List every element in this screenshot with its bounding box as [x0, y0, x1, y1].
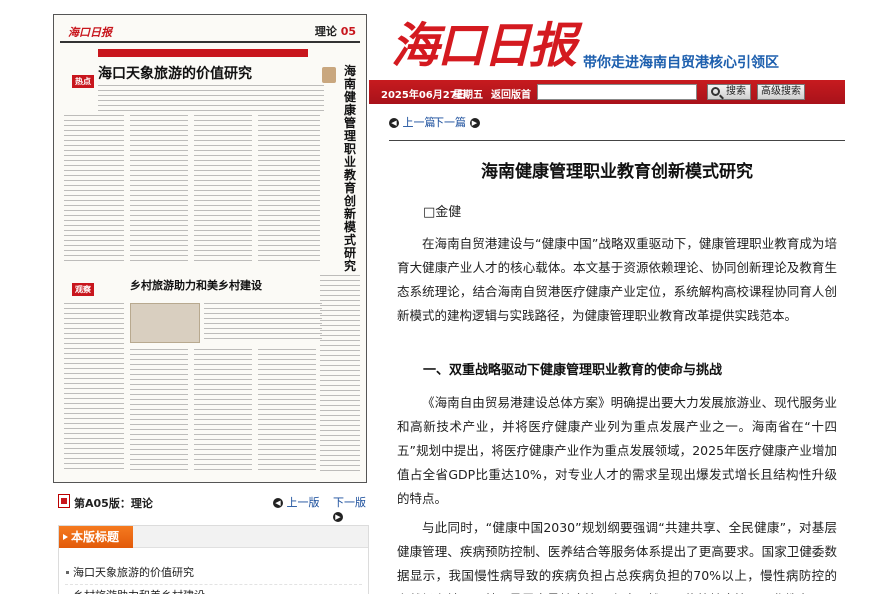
thumbnail-headline-main[interactable]: 海口天象旅游的价值研究 [98, 63, 252, 83]
list-item[interactable]: 乡村旅游助力和美乡村建设 [65, 585, 362, 594]
prev-article-link[interactable]: ◀ 上一篇 [389, 114, 436, 130]
search-input[interactable] [537, 84, 697, 100]
arrow-right-icon: ▶ [469, 118, 480, 128]
back-to-front-page-link[interactable]: 返回版首 [491, 86, 531, 101]
thumbnail-text-block [98, 85, 324, 113]
article-paragraph: 《海南自由贸易港建设总体方案》明确提出要大力发展旅游业、现代服务业和高新技术产业… [397, 395, 837, 506]
thumbnail-logo: 海口日报 [68, 26, 112, 39]
header-banner: 海口日报 带你走进海南自贸港核心引领区 [369, 0, 845, 80]
page-navigation: 第A05版：理论 ◀ 上一版 下一版 ▶ [58, 492, 378, 522]
thumbnail-text-block [64, 115, 124, 265]
arrow-left-icon: ◀ [273, 498, 283, 508]
next-article-link[interactable]: 下一篇 ▶ [433, 114, 480, 130]
thumbnail-tag: 观察 [72, 283, 94, 296]
thumbnail-text-block [64, 303, 124, 473]
page-titles-heading: 本版标题 [59, 526, 133, 548]
page-titles-box: 本版标题 海口天象旅游的价值研究 乡村旅游助力和美乡村建设 [58, 525, 369, 594]
thumbnail-text-block [258, 349, 316, 473]
thumbnail-headline-second[interactable]: 乡村旅游助力和美乡村建设 [130, 277, 262, 293]
search-button[interactable]: 搜索 [707, 84, 751, 100]
masthead-logo[interactable]: 海口日报 [391, 6, 577, 76]
search-icon [711, 87, 720, 96]
thumbnail-text-block [130, 115, 188, 265]
thumbnail-header: 海口日报 理论 05 [60, 21, 360, 43]
thumbnail-text-block [204, 303, 322, 343]
thumbnail-portrait [322, 67, 336, 83]
article-author: □金健 [423, 205, 462, 220]
article-title: 海南健康管理职业教育创新模式研究 [481, 162, 753, 182]
thumbnail-text-block [194, 115, 252, 265]
thumbnail-photo [130, 303, 200, 343]
thumbnail-text-block [194, 349, 252, 473]
thumbnail-text-block [320, 275, 360, 473]
advanced-search-button[interactable]: 高级搜索 [757, 84, 805, 100]
article-paragraph: 与此同时，“健康中国2030”规划纲要强调“共建共享、全民健康”，对基层健康管理… [397, 520, 837, 594]
thumbnail-text-block [130, 349, 188, 473]
page-titles-header: 本版标题 [59, 526, 368, 548]
thumbnail-section: 理论 05 [314, 25, 356, 38]
section-heading: 一、双重战略驱动下健康管理职业教育的使命与挑战 [423, 363, 723, 378]
divider [389, 140, 845, 141]
article-paragraph: 在海南自贸港建设与“健康中国”战略双重驱动下，健康管理职业教育成为培育大健康产业… [397, 236, 837, 323]
slogan: 带你走进海南自贸港核心引领区 [583, 55, 779, 71]
thumbnail-vertical-headline[interactable]: 海南健康管理职业教育创新模式研究 [340, 65, 360, 273]
newspaper-page-thumbnail[interactable]: 海口日报 理论 05 海口天象旅游的价值研究 热点 海南健康管理职业教育创新模式… [53, 14, 367, 483]
arrow-right-icon: ▶ [333, 512, 343, 522]
weekday: 星期五 [453, 90, 483, 101]
next-page-link[interactable]: 下一版 ▶ [333, 494, 378, 523]
pdf-icon[interactable] [58, 494, 70, 508]
page-label: 第A05版：理论 [74, 497, 153, 510]
list-item[interactable]: 海口天象旅游的价值研究 [65, 562, 362, 585]
vertical-headline-char: 究 [343, 259, 356, 273]
search-bar: 2025年06月27日 星期五 返回版首 搜索 高级搜索 [369, 80, 845, 104]
prev-page-link[interactable]: ◀ 上一版 [273, 494, 320, 510]
thumbnail-text-block [258, 115, 320, 265]
thumbnail-tag: 热点 [72, 75, 94, 88]
page-titles-list: 海口天象旅游的价值研究 乡村旅游助力和美乡村建设 [65, 562, 362, 594]
thumbnail-red-banner [98, 49, 308, 57]
arrow-left-icon: ◀ [389, 118, 399, 128]
